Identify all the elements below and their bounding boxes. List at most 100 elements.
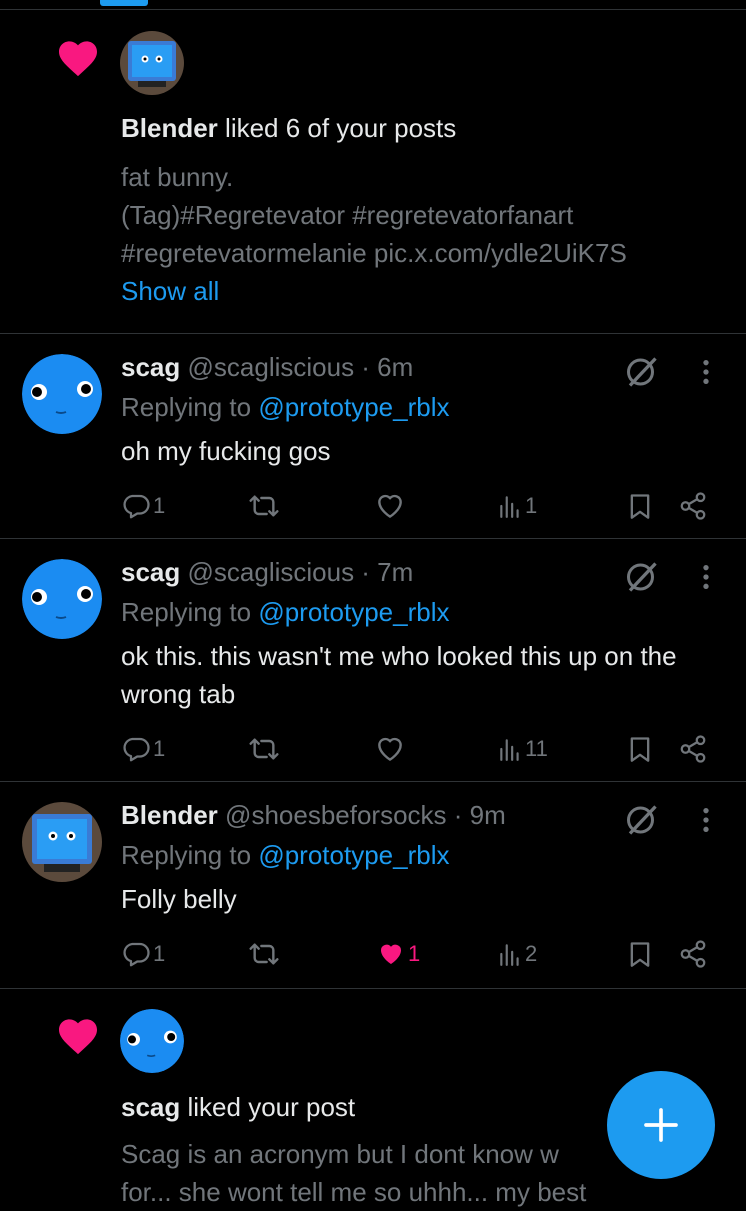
bookmark-button[interactable]: [626, 729, 654, 769]
heart-filled-icon: [381, 944, 401, 964]
user-handle[interactable]: @scagliscious: [188, 557, 355, 587]
replying-label: Replying to: [121, 392, 259, 422]
post-preview[interactable]: fat bunny. (Tag)#Regretevator #regreteva…: [121, 158, 726, 310]
share-button[interactable]: [678, 729, 708, 769]
display-name[interactable]: scag: [121, 352, 180, 382]
replying-to: Replying to @prototype_rblx: [121, 388, 449, 426]
reply-post[interactable]: scag @scagliscious · 6m Replying to @pro…: [0, 348, 746, 538]
timestamp[interactable]: 9m: [470, 800, 506, 830]
divider: [0, 333, 746, 334]
reply-button[interactable]: 1: [121, 729, 165, 769]
preview-line: (Tag)#Regretevator #regretevatorfanart: [121, 200, 574, 230]
views-icon: [500, 944, 519, 966]
bookmark-button[interactable]: [626, 486, 654, 526]
view-count: 2: [525, 941, 538, 966]
notification-user[interactable]: scag: [121, 1092, 180, 1122]
timestamp[interactable]: 7m: [377, 557, 413, 587]
more-options-icon[interactable]: [694, 561, 718, 593]
action-bar: 1 11: [0, 729, 746, 769]
avatar[interactable]: [22, 559, 102, 639]
bookmark-icon: [630, 942, 650, 967]
reply-icon: [123, 942, 150, 967]
reply-count: 1: [153, 736, 166, 761]
like-button[interactable]: 1: [376, 934, 420, 974]
post-header: scag @scagliscious · 6m: [121, 348, 413, 386]
separator: ·: [354, 557, 378, 587]
reply-count: 1: [153, 493, 166, 518]
notification-action: liked 6 of your posts: [225, 113, 457, 143]
replying-to: Replying to @prototype_rblx: [121, 836, 449, 874]
heart-outline-icon: [378, 494, 402, 518]
views-icon: [500, 739, 519, 761]
replying-to-link[interactable]: @prototype_rblx: [258, 392, 449, 422]
avatar[interactable]: [120, 1009, 184, 1073]
preview-line: for... she wont tell me so uhhh... my be…: [121, 1177, 587, 1207]
action-bar: 1 1: [0, 486, 746, 526]
views-button[interactable]: 2: [497, 934, 537, 974]
post-text: ok this. this wasn't me who looked this …: [121, 641, 677, 709]
post-text: Folly belly: [121, 884, 237, 914]
share-button[interactable]: [678, 486, 708, 526]
reply-button[interactable]: 1: [121, 934, 165, 974]
grok-icon[interactable]: [624, 802, 660, 838]
grok-icon[interactable]: [624, 559, 660, 595]
bookmark-button[interactable]: [626, 934, 654, 974]
views-icon: [500, 496, 519, 518]
view-count: 1: [525, 493, 538, 518]
replying-label: Replying to: [121, 840, 259, 870]
avatar[interactable]: [22, 802, 102, 882]
user-handle[interactable]: @scagliscious: [188, 352, 355, 382]
reply-post[interactable]: scag @scagliscious · 7m Replying to @pro…: [0, 553, 746, 781]
repost-button[interactable]: [248, 486, 280, 526]
share-button[interactable]: [678, 934, 708, 974]
view-count: 11: [525, 736, 548, 761]
repost-icon: [249, 943, 279, 965]
bookmark-icon: [630, 494, 650, 519]
user-handle[interactable]: @shoesbeforsocks: [225, 800, 447, 830]
repost-button[interactable]: [248, 729, 280, 769]
like-button[interactable]: [374, 729, 408, 769]
like-button[interactable]: [374, 486, 408, 526]
share-icon: [680, 492, 706, 520]
separator: ·: [446, 800, 470, 830]
repost-button[interactable]: [248, 934, 280, 974]
replying-to-link[interactable]: @prototype_rblx: [258, 840, 449, 870]
heart-icon: [59, 41, 97, 77]
avatar[interactable]: [22, 354, 102, 434]
grok-icon[interactable]: [624, 354, 660, 390]
preview-line: fat bunny.: [121, 162, 234, 192]
more-options-icon[interactable]: [694, 356, 718, 388]
reply-post[interactable]: Blender @shoesbeforsocks · 9m Replying t…: [0, 796, 746, 988]
reply-count: 1: [153, 941, 166, 966]
views-button[interactable]: 11: [497, 729, 548, 769]
views-button[interactable]: 1: [497, 486, 537, 526]
repost-icon: [249, 495, 279, 517]
post-text: oh my fucking gos: [121, 436, 331, 466]
display-name[interactable]: Blender: [121, 800, 218, 830]
action-bar: 1 1 2: [0, 934, 746, 974]
share-icon: [680, 735, 706, 763]
display-name[interactable]: scag: [121, 557, 180, 587]
compose-button[interactable]: [607, 1071, 715, 1179]
divider: [0, 781, 746, 782]
notification-text: Blender liked 6 of your posts: [121, 109, 726, 147]
reply-button[interactable]: 1: [121, 486, 165, 526]
reply-icon: [123, 737, 150, 762]
replying-to-link[interactable]: @prototype_rblx: [258, 597, 449, 627]
like-notification[interactable]: Blender liked 6 of your posts fat bunny.…: [0, 0, 746, 333]
plus-icon: [644, 1108, 678, 1142]
divider: [0, 538, 746, 539]
reply-icon: [123, 494, 150, 519]
more-options-icon[interactable]: [694, 804, 718, 836]
avatar[interactable]: [120, 31, 184, 95]
heart-icon: [59, 1019, 97, 1055]
separator: ·: [354, 352, 378, 382]
post-header: Blender @shoesbeforsocks · 9m: [121, 796, 506, 834]
notification-user[interactable]: Blender: [121, 113, 218, 143]
timestamp[interactable]: 6m: [377, 352, 413, 382]
show-all-link[interactable]: Show all: [121, 272, 726, 310]
bookmark-icon: [630, 737, 650, 762]
repost-icon: [249, 738, 279, 760]
replying-to: Replying to @prototype_rblx: [121, 593, 449, 631]
preview-line: #regretevatormelanie pic.x.com/ydle2UiK7…: [121, 238, 627, 268]
